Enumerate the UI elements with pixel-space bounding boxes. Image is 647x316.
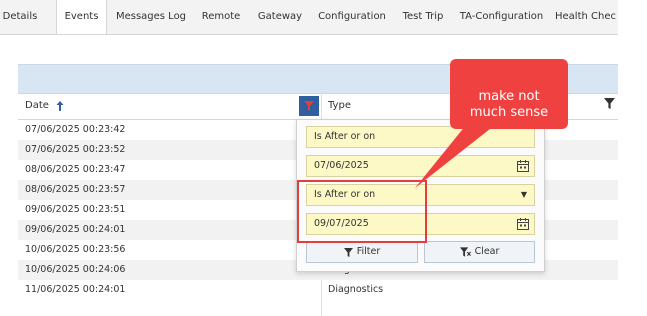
table-row[interactable]: 11/06/2025 00:24:01 Diagnostics — [18, 280, 618, 300]
annotation-callout: make not much sense — [450, 59, 568, 129]
filter-icon — [343, 247, 353, 257]
date-cell: 08/06/2025 00:23:57 — [25, 184, 126, 195]
tab-gateway[interactable]: Gateway — [252, 0, 308, 34]
date-cell: 07/06/2025 00:23:52 — [25, 144, 126, 155]
clear-filter-button[interactable]: Clear — [424, 241, 535, 263]
sort-ascending-icon[interactable] — [56, 101, 64, 111]
tab-remote[interactable]: Remote — [196, 0, 246, 34]
date-cell: 09/06/2025 00:24:01 — [25, 224, 126, 235]
calendar-icon[interactable] — [516, 159, 530, 173]
clear-filter-icon — [459, 247, 471, 257]
filter-icon — [304, 101, 314, 111]
date-filter-button[interactable] — [299, 96, 319, 116]
date-cell: 08/06/2025 00:23:47 — [25, 164, 126, 175]
tab-test-trip[interactable]: Test Trip — [397, 0, 449, 34]
annotation-line-1: make not — [478, 89, 540, 104]
date-cell: 09/06/2025 00:23:51 — [25, 204, 126, 215]
type-filter-icon[interactable] — [604, 98, 615, 109]
date-cell: 10/06/2025 00:24:06 — [25, 264, 126, 275]
filter-value-1-input[interactable]: 07/06/2025 — [306, 155, 535, 177]
filter-operator-1-select[interactable]: Is After or on — [306, 126, 535, 148]
column-header-type[interactable]: Type — [328, 93, 351, 119]
date-cell: 10/06/2025 00:23:56 — [25, 244, 126, 255]
tab-messages-log[interactable]: Messages Log — [112, 0, 190, 34]
calendar-icon[interactable] — [516, 217, 530, 231]
column-header-date[interactable]: Date — [25, 93, 49, 119]
tab-configuration[interactable]: Configuration — [313, 0, 391, 34]
tab-details[interactable]: Details — [0, 0, 40, 34]
type-cell: Diagnostics — [328, 284, 384, 295]
highlight-box — [297, 180, 427, 243]
tab-events[interactable]: Events — [56, 0, 107, 34]
tab-health-check[interactable]: Health Chec — [555, 0, 618, 34]
annotation-line-2: much sense — [469, 105, 549, 120]
date-cell: 11/06/2025 00:24:01 — [25, 284, 126, 295]
tab-bar: Details Events Messages Log Remote Gatew… — [0, 0, 618, 35]
chevron-down-icon: ▼ — [520, 190, 527, 199]
tab-ta-configuration[interactable]: TA-Configuration — [455, 0, 548, 34]
filter-button[interactable]: Filter — [306, 241, 418, 263]
date-cell: 07/06/2025 00:23:42 — [25, 124, 126, 135]
